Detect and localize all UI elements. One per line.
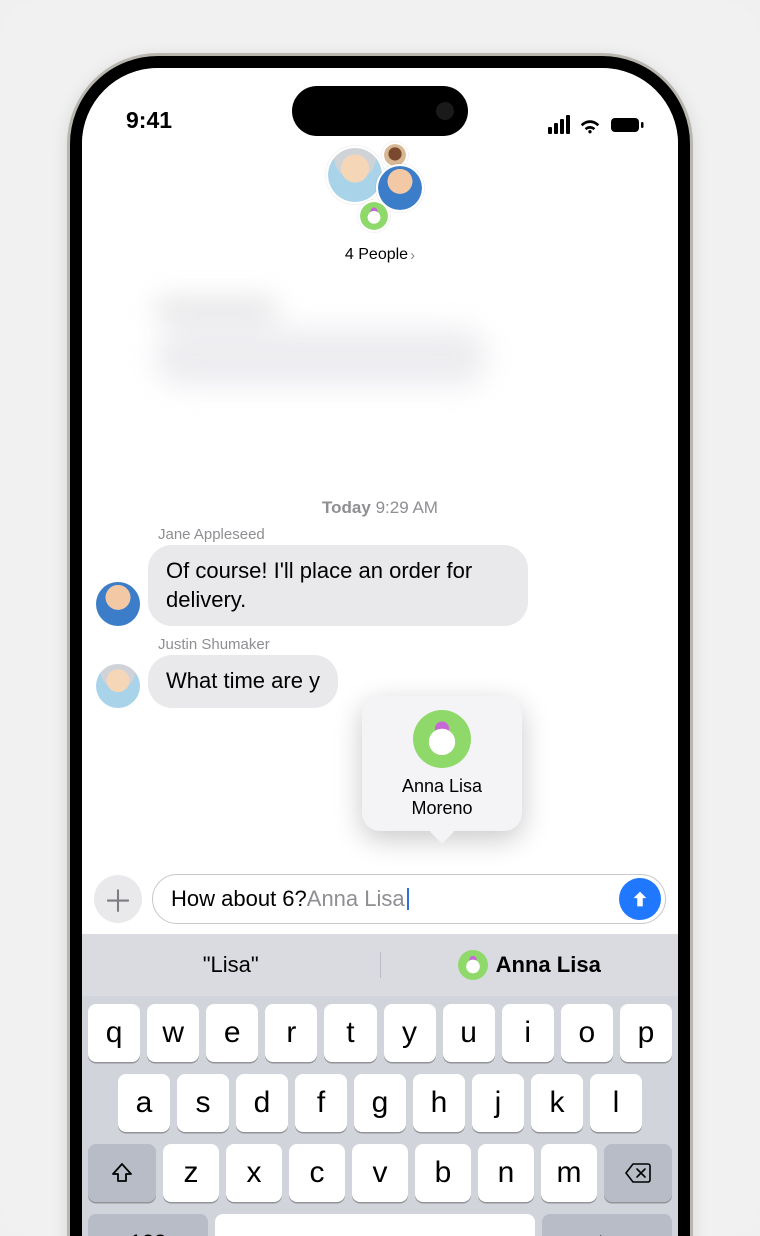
key-k[interactable]: k [531,1074,583,1132]
keyboard-row-4: 123 space return [88,1214,672,1236]
message-input[interactable]: How about 6? Anna Lisa [152,874,666,924]
suggestion-anna-lisa[interactable]: Anna Lisa [381,950,679,980]
key-g[interactable]: g [354,1074,406,1132]
key-e[interactable]: e [206,1004,258,1062]
dynamic-island [292,86,468,136]
compose-mention-text: Anna Lisa [307,886,408,912]
add-attachment-button[interactable]: ＋ [94,875,142,923]
key-z[interactable]: z [163,1144,219,1202]
delete-icon [624,1162,652,1184]
mention-suggestion-popover[interactable]: Anna Lisa Moreno [362,696,522,831]
cellular-signal-icon [548,115,570,134]
key-j[interactable]: j [472,1074,524,1132]
avatar-anna-lisa [358,200,390,232]
message-bubble[interactable]: What time are y [148,655,338,708]
key-c[interactable]: c [289,1144,345,1202]
key-w[interactable]: w [147,1004,199,1062]
message-bubble[interactable]: Of course! I'll place an order for deliv… [148,545,528,626]
key-f[interactable]: f [295,1074,347,1132]
silence-switch [73,298,79,344]
arrow-up-icon [629,888,651,910]
quicktype-suggestion-bar: "Lisa" Anna Lisa [82,934,678,996]
key-q[interactable]: q [88,1004,140,1062]
volume-up-button [73,378,79,462]
avatar-jane[interactable] [96,582,140,626]
key-a[interactable]: a [118,1074,170,1132]
key-h[interactable]: h [413,1074,465,1132]
iphone-device-frame: 9:41 [70,56,690,1236]
key-t[interactable]: t [324,1004,376,1062]
shift-icon [110,1161,134,1185]
key-b[interactable]: b [415,1144,471,1202]
keyboard-row-2: asdfghjkl [88,1074,672,1132]
send-button[interactable] [619,878,661,920]
key-s[interactable]: s [177,1074,229,1132]
key-v[interactable]: v [352,1144,408,1202]
compose-bar: ＋ How about 6? Anna Lisa [82,866,678,934]
conversation-header[interactable]: 4 People › [82,138,678,264]
suggestion-lisa[interactable]: "Lisa" [82,952,381,978]
keyboard: "Lisa" Anna Lisa qwertyuiop asdfghjkl zx… [82,934,678,1236]
sender-label: Jane Appleseed [158,526,664,543]
group-name-label[interactable]: 4 People › [345,246,415,264]
key-d[interactable]: d [236,1074,288,1132]
sender-label: Justin Shumaker [158,636,664,653]
message-group-jane: Jane Appleseed Of course! I'll place an … [96,526,664,626]
keyboard-row-1: qwertyuiop [88,1004,672,1062]
mention-popover-name: Anna Lisa Moreno [372,776,512,819]
key-y[interactable]: y [384,1004,436,1062]
key-m[interactable]: m [541,1144,597,1202]
key-l[interactable]: l [590,1074,642,1132]
key-p[interactable]: p [620,1004,672,1062]
group-avatar-cluster[interactable] [320,142,440,242]
numbers-key[interactable]: 123 [88,1214,208,1236]
wifi-icon [578,116,602,134]
key-u[interactable]: u [443,1004,495,1062]
key-o[interactable]: o [561,1004,613,1062]
key-r[interactable]: r [265,1004,317,1062]
shift-key[interactable] [88,1144,156,1202]
battery-icon [610,117,644,133]
avatar-justin [326,146,384,204]
message-thread[interactable]: Today 9:29 AM Jane Appleseed Of course! … [82,264,678,866]
plus-icon: ＋ [103,877,133,921]
avatar-anna-lisa [413,710,471,768]
timestamp-label: Today 9:29 AM [96,498,664,518]
chevron-right-icon: › [410,247,415,264]
volume-down-button [73,480,79,564]
key-n[interactable]: n [478,1144,534,1202]
avatar-anna-lisa-icon [458,950,488,980]
delete-key[interactable] [604,1144,672,1202]
key-x[interactable]: x [226,1144,282,1202]
avatar-justin[interactable] [96,664,140,708]
side-button [681,398,687,528]
key-i[interactable]: i [502,1004,554,1062]
return-key[interactable]: return [542,1214,672,1236]
keyboard-row-3: zxcvbnm [88,1144,672,1202]
compose-typed-text: How about 6? [171,886,307,912]
space-key[interactable]: space [215,1214,535,1236]
status-time: 9:41 [126,107,172,134]
earlier-messages-blurred [106,300,654,480]
